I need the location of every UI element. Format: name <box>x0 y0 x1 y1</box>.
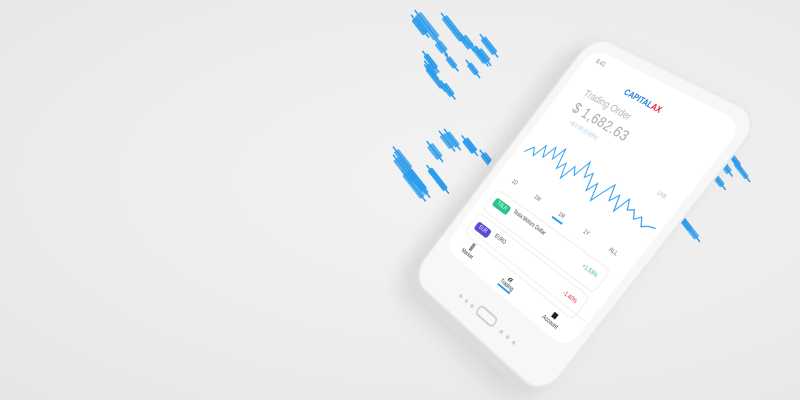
tab-trading[interactable]: 𝒶 Trading <box>497 269 521 295</box>
candle-body <box>427 167 448 191</box>
candle-decoration <box>461 134 479 157</box>
period-tab[interactable]: 1D <box>506 176 522 191</box>
tab-market[interactable]: ⫴ Market <box>460 239 480 260</box>
period-tab[interactable]: 1Y <box>576 226 594 243</box>
charging-port <box>474 303 499 329</box>
instrument-change: +1.53% <box>580 263 599 280</box>
candle-decoration <box>731 158 751 183</box>
candle-decoration <box>443 53 460 72</box>
speaker-hole <box>469 303 475 309</box>
speaker-hole <box>464 298 469 304</box>
speaker-hole <box>458 293 464 299</box>
tab-account[interactable]: ■ Account <box>540 305 566 331</box>
candle-decoration <box>433 38 449 57</box>
candle-body <box>467 62 479 76</box>
speaker-hole <box>511 339 517 346</box>
speaker-hole <box>498 329 504 335</box>
candle-decoration <box>439 79 457 100</box>
candle-decoration <box>425 164 450 195</box>
period-tab-active[interactable]: 1M <box>551 208 570 226</box>
candle-body <box>733 161 749 180</box>
instrument-badge: TSLA <box>491 197 512 216</box>
status-time: 9:41 <box>593 58 607 69</box>
period-tab[interactable]: ALL <box>602 243 623 262</box>
speaker-hole <box>505 334 510 340</box>
candle-decoration <box>426 140 444 163</box>
period-tab[interactable]: 1W <box>528 191 545 208</box>
candle-decoration <box>465 59 481 79</box>
